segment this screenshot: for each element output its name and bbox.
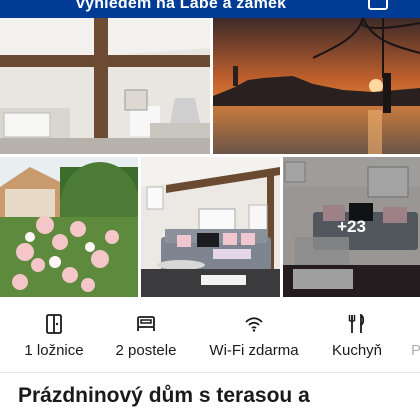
bed-icon [108,312,184,336]
wifi-icon [202,312,306,336]
share-icon[interactable] [368,0,388,10]
gallery-photo-interior-kitchen[interactable] [0,18,210,154]
divider [0,372,420,373]
header-title: výhledem na Labe a zámek [76,0,287,12]
gallery-photo-garden-roses[interactable] [0,157,138,297]
facility-label: Wi-Fi zdarma [209,342,299,359]
facility-beds: 2 postele [108,312,184,359]
facilities-row: 1 ložnice 2 postele Wi-Fi zdarma Kuchyň … [0,312,420,364]
property-title: Prázdninový dům s terasou a [18,384,310,407]
facility-label: Kuchyň [331,342,383,359]
facility-label: 2 postele [115,342,177,359]
more-photos-overlay[interactable]: +23 [283,157,420,297]
facility-kitchen: Kuchyň [326,312,388,359]
door-icon [18,312,90,336]
partial-icon [406,312,420,336]
facility-label: 1 ložnice [24,342,84,359]
gallery-photo-living-room[interactable] [141,157,280,297]
gallery-photo-more[interactable]: +23 [283,157,420,297]
header-bar: výhledem na Labe a zámek [0,0,420,18]
facility-label: P [410,342,420,359]
gallery-photo-sunset-river[interactable] [213,18,420,154]
facility-bedroom: 1 ložnice [18,312,90,359]
facility-wifi: Wi-Fi zdarma [202,312,306,359]
kitchen-icon [326,312,388,336]
more-photos-count: +23 [337,217,366,236]
facility-partial: P [406,312,420,359]
